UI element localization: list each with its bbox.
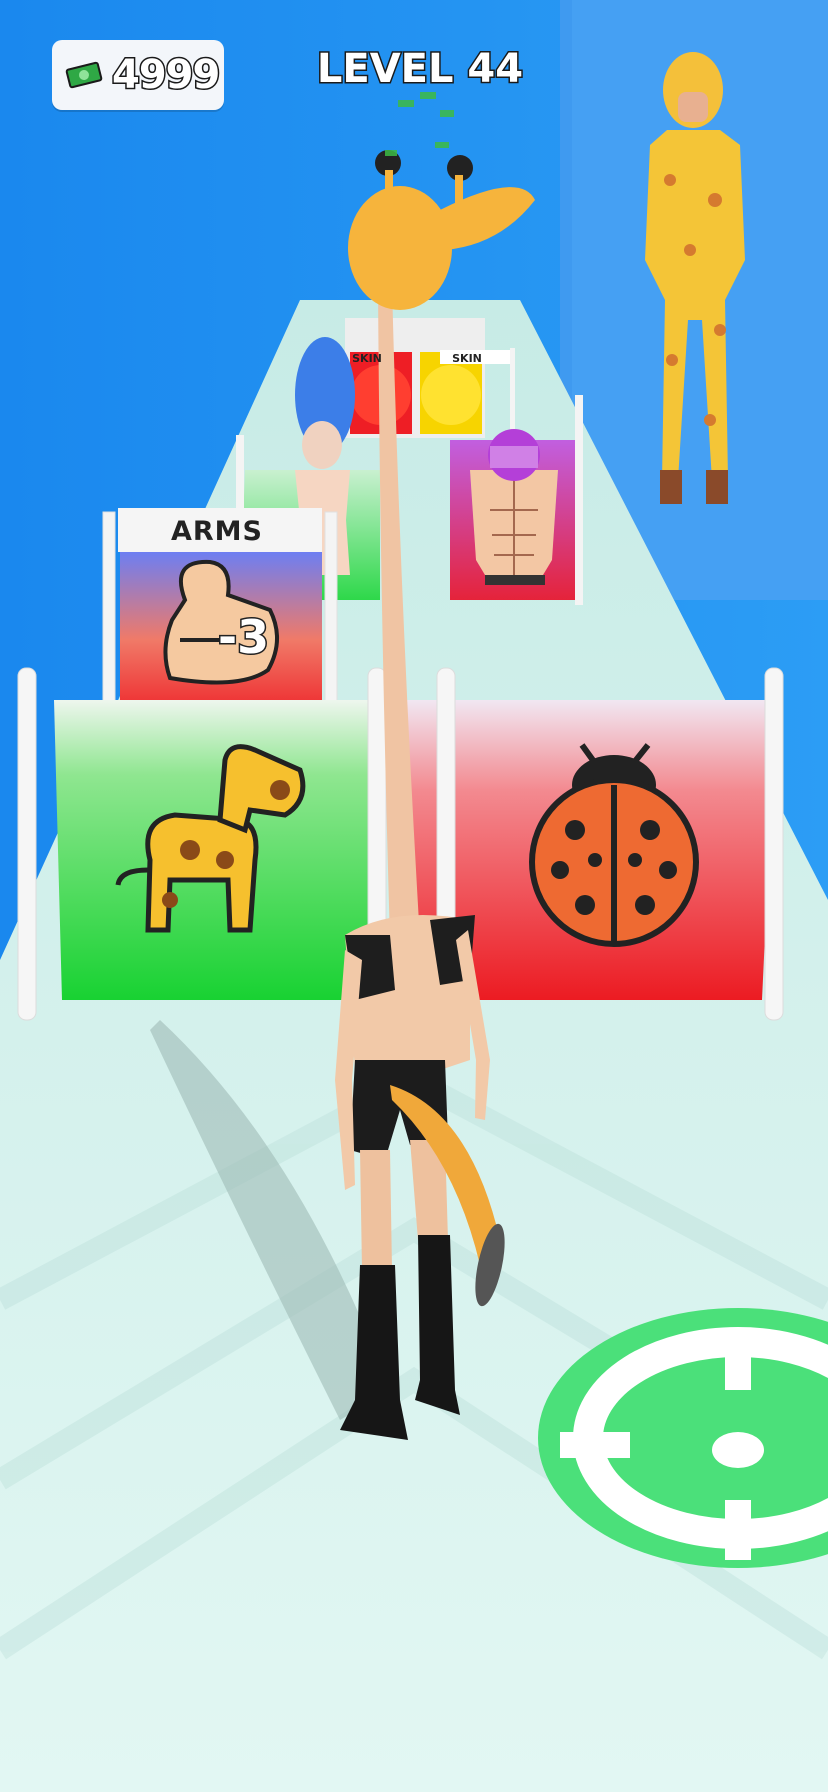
arms-gate-label: ARMS: [170, 516, 263, 547]
game-scene: [0, 0, 828, 1792]
arms-gate-value: -3: [216, 609, 270, 666]
level-indicator: LEVEL 44: [315, 45, 524, 94]
money-counter: 4999: [52, 40, 224, 110]
cash-icon: [64, 60, 106, 90]
money-amount: 4999: [110, 51, 221, 100]
giraffe-gate: [17, 667, 387, 1021]
far-right-skin-label: SKIN: [452, 352, 482, 365]
far-left-skin-label: SKIN: [352, 352, 382, 365]
